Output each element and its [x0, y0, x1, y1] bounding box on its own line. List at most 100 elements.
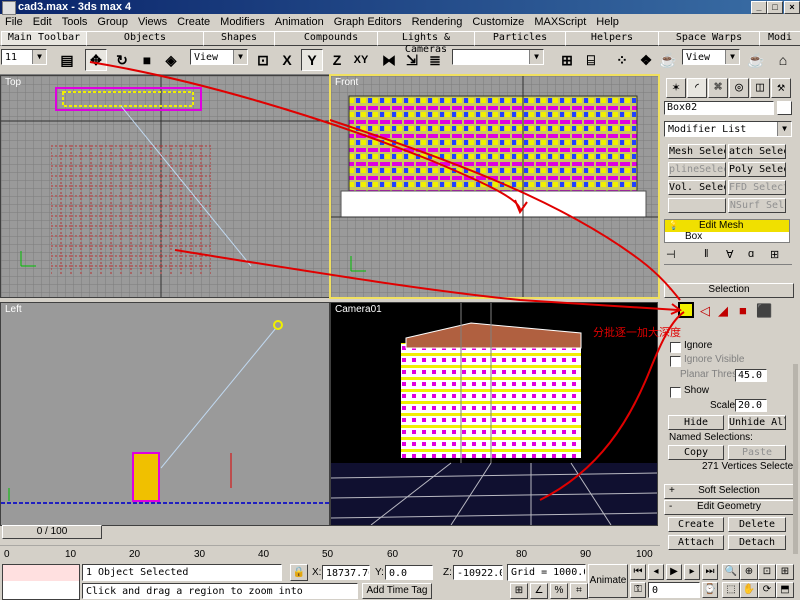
delete-button[interactable]: Delete — [728, 517, 786, 532]
undo-combo[interactable]: 11 ▼ — [1, 49, 47, 65]
zoom-icon[interactable]: 🔍 — [722, 564, 740, 580]
percent-snap-icon[interactable]: % — [550, 583, 568, 599]
pan-icon[interactable]: ✋ — [740, 582, 758, 598]
face-mode-icon[interactable]: ◢ — [718, 303, 728, 319]
mesh-select-button[interactable]: Mesh Select — [668, 144, 726, 159]
restrict-x-button[interactable]: X — [276, 49, 298, 71]
angle-snap-icon[interactable]: ∠ — [530, 583, 548, 599]
x-coordinate-field[interactable]: 18737.76 — [322, 565, 370, 580]
attach-button[interactable]: Attach — [668, 535, 724, 550]
viewport-top[interactable]: Top — [0, 75, 330, 298]
viewport-left[interactable]: Left — [0, 302, 330, 526]
previous-frame-icon[interactable]: ◂ — [648, 564, 664, 580]
lock-selection-icon[interactable]: 🔒 — [290, 564, 308, 581]
tab-helpers[interactable]: Helpers — [565, 31, 659, 46]
create-panel-icon[interactable]: ✶ — [666, 78, 686, 98]
menu-file[interactable]: File — [0, 14, 28, 30]
remove-modifier-icon[interactable]: ɑ — [748, 248, 754, 260]
ffd-select-button[interactable]: FFD Select — [728, 180, 786, 195]
lightbulb-icon[interactable]: 💡 — [668, 220, 679, 231]
select-move-icon[interactable]: ✥ — [85, 49, 107, 71]
arc-rotate-icon[interactable]: ⟳ — [758, 582, 776, 598]
menu-animation[interactable]: Animation — [270, 14, 329, 30]
copy-button[interactable]: Copy — [668, 445, 724, 460]
polygon-mode-icon[interactable]: ■ — [739, 303, 747, 318]
pin-stack-icon[interactable]: ⊣ — [666, 248, 676, 261]
maxscript-input[interactable] — [3, 565, 79, 581]
go-to-end-icon[interactable]: ⏭ — [702, 564, 718, 580]
render-scene-icon[interactable]: ❖ — [635, 49, 657, 71]
schematic-view-icon[interactable]: ⌸ — [580, 49, 602, 71]
key-mode-icon[interactable]: ⚿ — [630, 582, 646, 598]
menu-maxscript[interactable]: MAXScript — [529, 14, 591, 30]
menu-rendering[interactable]: Rendering — [407, 14, 468, 30]
use-center-icon[interactable]: ⊡ — [252, 49, 274, 71]
current-frame-field[interactable]: 0 — [648, 582, 700, 598]
time-configuration-icon[interactable]: ⌚ — [702, 582, 718, 598]
restrict-xy-button[interactable]: XY — [350, 49, 372, 71]
minimize-button[interactable]: _ — [751, 1, 767, 14]
ignore-visible-checkbox[interactable] — [670, 356, 681, 367]
active-shade-icon[interactable]: ⌂ — [772, 49, 794, 71]
restrict-z-button[interactable]: Z — [326, 49, 348, 71]
menu-views[interactable]: Views — [133, 14, 172, 30]
object-name-field[interactable]: Box02 — [664, 101, 774, 115]
align-icon[interactable]: ⇲ — [401, 49, 423, 71]
reference-coord-combo[interactable]: View ▼ — [190, 49, 248, 65]
selection-rollout-header[interactable]: - Selection — [664, 283, 794, 298]
menu-customize[interactable]: Customize — [467, 14, 529, 30]
render-last-icon[interactable]: ☕ — [745, 49, 767, 71]
play-icon[interactable]: ▶ — [666, 564, 682, 580]
spinner-snap-icon[interactable]: ⌗ — [570, 583, 588, 599]
soft-selection-rollout-header[interactable]: + Soft Selection — [664, 484, 794, 499]
display-panel-icon[interactable]: ◫ — [750, 78, 770, 98]
patch-select-button[interactable]: atch Select — [728, 144, 786, 159]
maxscript-listener-mini[interactable] — [2, 564, 80, 600]
zoom-all-icon[interactable]: ⊕ — [740, 564, 758, 580]
tab-space-warps[interactable]: Space Warps — [658, 31, 760, 46]
menu-help[interactable]: Help — [591, 14, 624, 30]
viewport-camera-label[interactable]: Camera01 — [335, 304, 382, 315]
tab-compounds[interactable]: Compounds — [274, 31, 388, 46]
zoom-extents-icon[interactable]: ⊡ — [758, 564, 776, 580]
unhide-all-button[interactable]: Unhide All — [728, 415, 786, 430]
viewport-top-label[interactable]: Top — [5, 77, 21, 88]
y-coordinate-field[interactable]: 0.0 — [385, 565, 433, 580]
tab-particles[interactable]: Particles — [474, 31, 566, 46]
spline-select-button[interactable]: plineSelect — [668, 162, 726, 177]
edit-geometry-rollout-header[interactable]: - Edit Geometry — [664, 500, 794, 515]
ignore-backfacing-checkbox[interactable] — [670, 342, 681, 353]
render-type-combo[interactable]: View ▼ — [682, 49, 740, 65]
zoom-extents-all-icon[interactable]: ⊞ — [776, 564, 794, 580]
tab-main-toolbar[interactable]: Main Toolbar — [1, 31, 87, 46]
scale-field[interactable]: 20.0 — [735, 399, 767, 412]
add-time-tag-button[interactable]: Add Time Tag — [362, 583, 432, 599]
track-view-icon[interactable]: ⊞ — [556, 49, 578, 71]
pivot-icon[interactable]: ◈ — [160, 49, 182, 71]
time-slider[interactable]: 0 / 100 — [2, 525, 102, 539]
empty-modifier-button[interactable] — [668, 198, 726, 213]
element-mode-icon[interactable]: ⬛ — [756, 303, 772, 319]
menu-modifiers[interactable]: Modifiers — [215, 14, 270, 30]
tab-shapes[interactable]: Shapes — [203, 31, 275, 46]
vertex-mode-icon[interactable] — [678, 302, 694, 318]
poly-select-button[interactable]: Poly Select — [728, 162, 786, 177]
next-frame-icon[interactable]: ▸ — [684, 564, 700, 580]
mirror-icon[interactable]: ⧓ — [378, 49, 400, 71]
quick-render-icon[interactable]: ☕ — [657, 49, 679, 71]
hierarchy-panel-icon[interactable]: ⌘ — [708, 78, 728, 98]
stack-item-edit-mesh[interactable]: 💡 Edit Mesh — [665, 220, 789, 232]
menu-create[interactable]: Create — [172, 14, 215, 30]
vol-select-button[interactable]: Vol. Select — [668, 180, 726, 195]
select-scale-icon[interactable]: ■ — [136, 49, 158, 71]
viewport-front-label[interactable]: Front — [335, 77, 358, 88]
select-rotate-icon[interactable]: ↻ — [111, 49, 133, 71]
menu-tools[interactable]: Tools — [57, 14, 93, 30]
spacing-icon[interactable]: ≣ — [424, 49, 446, 71]
paste-button[interactable]: Paste — [728, 445, 786, 460]
show-normals-checkbox[interactable] — [670, 387, 681, 398]
planar-thresh-field[interactable]: 45.0 — [735, 369, 767, 382]
motion-panel-icon[interactable]: ◎ — [729, 78, 749, 98]
object-color-swatch[interactable] — [777, 101, 792, 115]
edge-mode-icon[interactable]: ◁ — [700, 303, 710, 319]
